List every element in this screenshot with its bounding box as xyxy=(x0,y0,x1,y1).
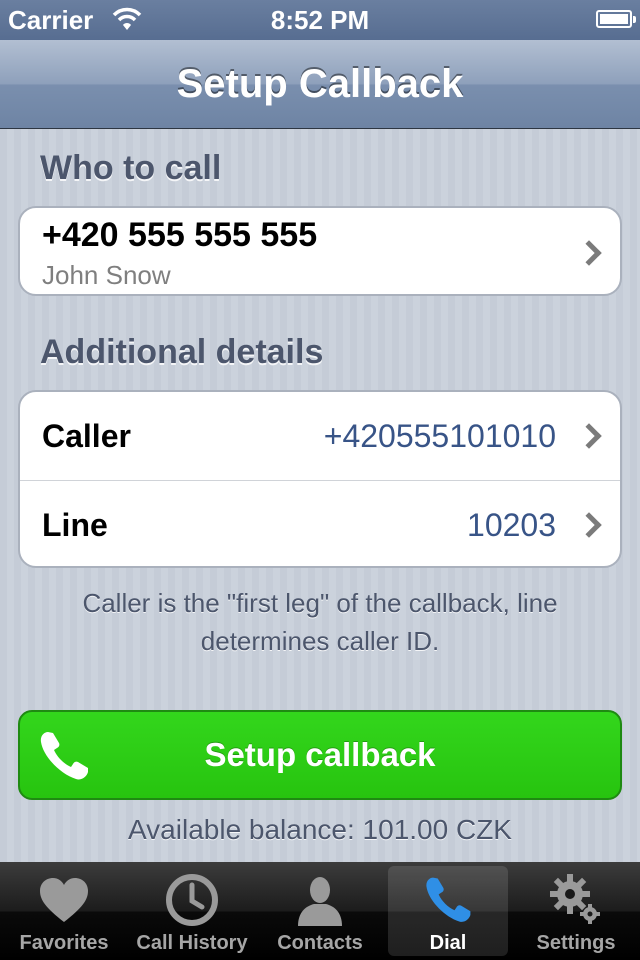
setup-callback-button[interactable]: Setup callback xyxy=(18,710,622,800)
status-time: 8:52 PM xyxy=(270,5,370,35)
tab-bar: Favorites Call History Contacts Dial Set… xyxy=(0,862,640,960)
chevron-right-icon xyxy=(576,240,602,266)
tab-label: Settings xyxy=(536,932,616,954)
phone-icon xyxy=(426,877,471,922)
caller-label: Caller xyxy=(42,418,131,454)
setup-callback-label: Setup callback xyxy=(204,736,436,773)
caller-row[interactable]: Caller +420555101010 xyxy=(20,392,620,480)
available-balance: Available balance: 101.00 CZK xyxy=(128,814,512,845)
tab-dial[interactable]: Dial xyxy=(384,862,512,960)
caller-value: +420555101010 xyxy=(323,418,556,454)
additional-details-header: Additional details xyxy=(40,333,324,371)
navigation-bar: Setup Callback xyxy=(0,40,640,129)
tab-label: Call History xyxy=(136,932,248,954)
status-bar: Carrier 8:52 PM xyxy=(0,0,640,40)
tab-favorites[interactable]: Favorites xyxy=(0,862,128,960)
tab-settings[interactable]: Settings xyxy=(512,862,640,960)
additional-details-group: Caller +420555101010 Line 10203 xyxy=(18,390,622,568)
gear-icon xyxy=(550,874,600,924)
who-to-call-cell[interactable]: +420 555 555 555 John Snow xyxy=(18,206,622,296)
callback-note: Caller is the "first leg" of the callbac… xyxy=(82,588,558,656)
page-title: Setup Callback xyxy=(176,62,464,106)
battery-icon xyxy=(596,10,636,28)
tab-label: Dial xyxy=(429,932,467,954)
callee-name: John Snow xyxy=(42,260,171,290)
line-value: 10203 xyxy=(467,507,556,543)
tab-label: Contacts xyxy=(277,932,363,954)
clock-icon xyxy=(166,874,218,926)
person-icon xyxy=(298,877,342,926)
who-to-call-header: Who to call xyxy=(40,149,222,187)
line-row[interactable]: Line 10203 xyxy=(20,480,620,566)
heart-icon xyxy=(40,878,88,922)
chevron-right-icon xyxy=(576,423,602,449)
chevron-right-icon xyxy=(576,512,602,538)
tab-contacts[interactable]: Contacts xyxy=(256,862,384,960)
line-label: Line xyxy=(42,507,108,543)
tab-call-history[interactable]: Call History xyxy=(128,862,256,960)
callee-number: +420 555 555 555 xyxy=(42,216,318,254)
tab-label: Favorites xyxy=(19,932,109,954)
